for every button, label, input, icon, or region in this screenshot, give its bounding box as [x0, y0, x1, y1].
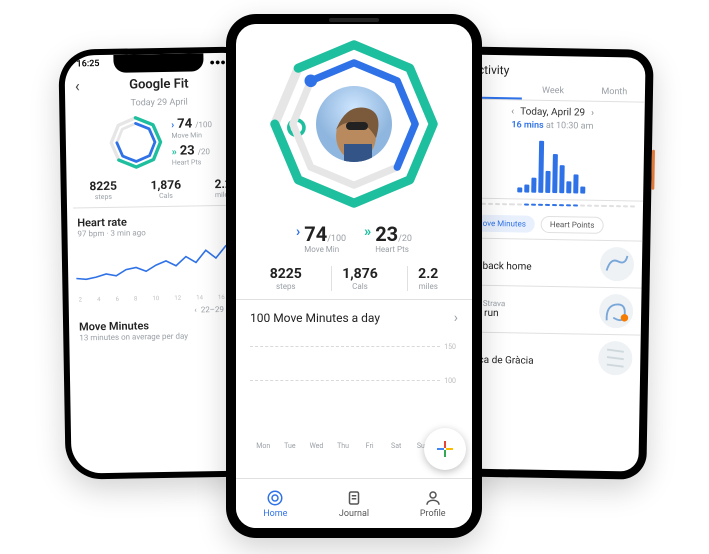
tab-home[interactable]: Home: [236, 479, 315, 528]
route-thumbnail: [599, 294, 634, 329]
steps-label: steps: [270, 282, 302, 291]
activity-item[interactable]: pmute back home: [458, 237, 643, 287]
route-thumbnail: [600, 247, 635, 282]
heart-pts-value: 23: [180, 143, 195, 158]
tab-week[interactable]: Week: [522, 81, 584, 100]
page-title: activity: [461, 54, 645, 83]
center-screen: › 74/100 Move Min » 23/20 Heart Pts 8225…: [236, 24, 472, 528]
move-min-value: 74: [177, 116, 192, 131]
activity-item[interactable]: pm · Stravaime run: [457, 284, 642, 334]
center-phone: › 74/100 Move Min » 23/20 Heart Pts 8225…: [226, 14, 482, 538]
cals-label: Cals: [342, 282, 378, 291]
avatar[interactable]: [316, 86, 392, 162]
phone-speaker: [329, 18, 379, 22]
goal-row[interactable]: 100 Move Minutes a day ›: [236, 299, 472, 336]
cals-value: 1,876: [150, 178, 181, 193]
add-fab[interactable]: [424, 428, 466, 470]
move-min-label: Move Min: [304, 245, 346, 254]
current-time: at 10:30 am: [544, 121, 594, 132]
heart-pts-label: Heart Pts: [375, 245, 412, 254]
cals-label: Cals: [151, 192, 182, 201]
status-time: 16:25: [76, 59, 99, 70]
hourly-bar-chart: [469, 134, 634, 195]
heart-icon: »: [364, 224, 371, 241]
chevron-right-icon: ›: [454, 310, 458, 326]
weekly-bar-chart: 150 100 MonTueWedThuFriSatSun: [250, 340, 458, 450]
weekday-labels: MonTueWedThuFriSatSun: [250, 442, 436, 450]
profile-icon: [424, 489, 442, 507]
journal-icon: [345, 489, 363, 507]
heart-pts-value: 23: [375, 222, 398, 246]
metric-chips: Move Minutes Heart Points: [458, 208, 642, 240]
page-title: Google Fit: [65, 75, 253, 93]
activity-item[interactable]: pmPlaça de Gràcia: [456, 331, 641, 381]
right-screen: activity Week Month ‹ Today, April 29 › 16…: [454, 54, 645, 471]
miles-label: miles: [418, 282, 438, 291]
tab-journal[interactable]: Journal: [315, 479, 394, 528]
move-min-label: Move Min: [171, 131, 212, 140]
plus-icon: [435, 439, 455, 459]
move-icon: ›: [296, 224, 300, 241]
cals-value: 1,876: [342, 266, 378, 282]
chevron-left-icon[interactable]: ‹: [511, 106, 514, 117]
power-button: [651, 150, 655, 190]
chip-heart-points[interactable]: Heart Points: [541, 216, 604, 234]
tab-month[interactable]: Month: [583, 83, 645, 102]
steps-value: 8225: [270, 266, 302, 282]
iphone-notch: [113, 53, 203, 73]
steps-label: steps: [90, 193, 118, 201]
date-label: Today, April 29: [520, 106, 585, 118]
steps-value: 8225: [89, 179, 117, 193]
heart-pts-label: Heart Pts: [172, 158, 213, 167]
activity-ring[interactable]: [107, 114, 164, 171]
chevron-right-icon[interactable]: ›: [591, 108, 594, 119]
current-minutes: 16 mins: [511, 120, 544, 131]
tab-profile[interactable]: Profile: [393, 479, 472, 528]
tab-bar: Home Journal Profile: [236, 478, 472, 528]
goal-title: 100 Move Minutes a day: [250, 311, 380, 325]
move-min-value: 74: [304, 222, 327, 246]
home-icon: [266, 489, 284, 507]
miles-value: 2.2: [418, 266, 438, 282]
period-tabs: Week Month: [461, 80, 645, 102]
route-thumbnail: [598, 341, 633, 376]
summary-trio: 8225steps 1,876Cals 2.2miles: [73, 176, 249, 208]
summary-trio: 8225steps 1,876Cals 2.2miles: [250, 266, 458, 291]
